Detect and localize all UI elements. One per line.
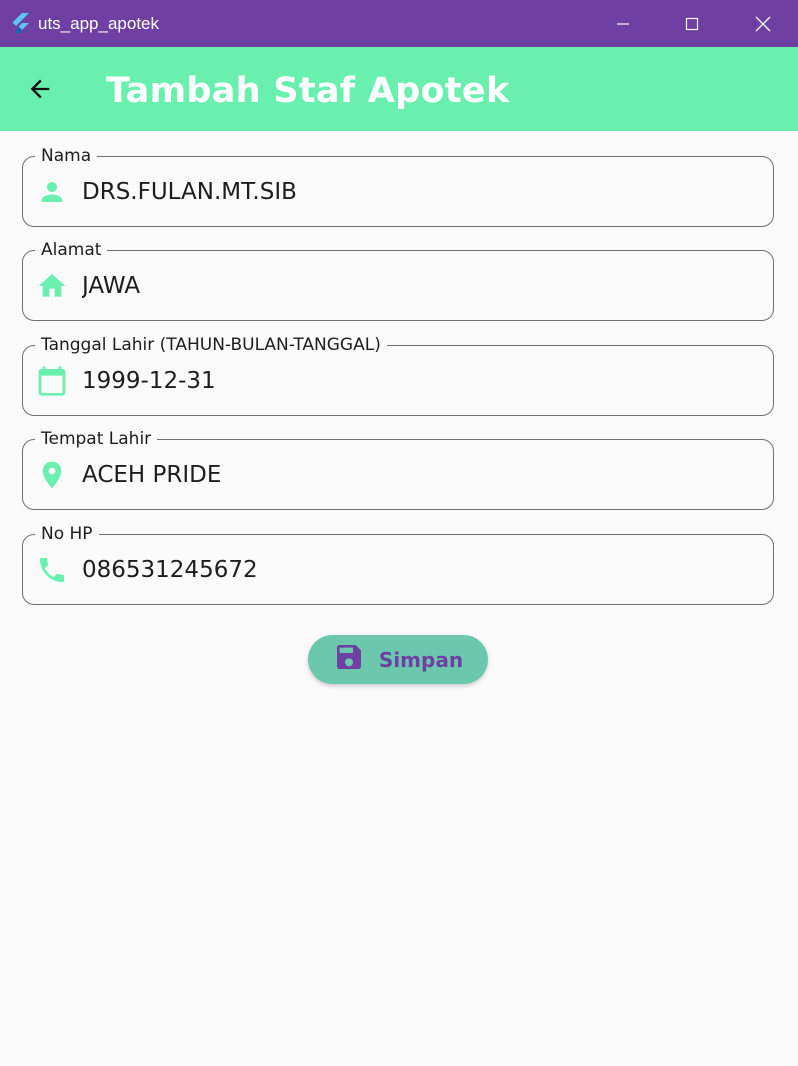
save-icon bbox=[333, 641, 365, 678]
alamat-input[interactable] bbox=[82, 273, 742, 299]
person-icon bbox=[36, 176, 68, 208]
page-title: Tambah Staf Apotek bbox=[106, 71, 510, 111]
save-button[interactable]: Simpan bbox=[308, 635, 488, 684]
location-pin-icon bbox=[36, 459, 68, 491]
close-icon bbox=[755, 16, 771, 31]
window-titlebar: uts_app_apotek bbox=[0, 0, 798, 47]
alamat-label: Alamat bbox=[35, 240, 108, 260]
no-hp-field[interactable]: No HP bbox=[22, 524, 774, 605]
app-bar: Tambah Staf Apotek bbox=[0, 47, 798, 131]
phone-icon bbox=[36, 554, 68, 586]
tempat-lahir-input[interactable] bbox=[82, 462, 742, 488]
no-hp-label: No HP bbox=[35, 524, 99, 544]
home-icon bbox=[36, 270, 68, 302]
tanggal-lahir-label: Tanggal Lahir (TAHUN-BULAN-TANGGAL) bbox=[35, 335, 387, 355]
tempat-lahir-field[interactable]: Tempat Lahir bbox=[22, 429, 774, 510]
window-title: uts_app_apotek bbox=[38, 14, 159, 33]
close-button[interactable] bbox=[740, 0, 786, 47]
minimize-button[interactable] bbox=[600, 0, 646, 47]
no-hp-input[interactable] bbox=[82, 557, 742, 583]
nama-input[interactable] bbox=[82, 179, 742, 205]
maximize-button[interactable] bbox=[669, 0, 715, 47]
back-button[interactable] bbox=[18, 69, 62, 109]
calendar-icon bbox=[36, 365, 68, 397]
tempat-lahir-label: Tempat Lahir bbox=[35, 429, 158, 449]
nama-field[interactable]: Nama bbox=[22, 146, 774, 227]
save-button-label: Simpan bbox=[378, 647, 464, 672]
tanggal-lahir-field[interactable]: Tanggal Lahir (TAHUN-BULAN-TANGGAL) bbox=[22, 335, 774, 416]
arrow-back-icon bbox=[30, 79, 50, 99]
tanggal-lahir-input[interactable] bbox=[82, 368, 742, 394]
maximize-icon bbox=[685, 17, 699, 30]
minimize-icon bbox=[617, 22, 629, 25]
nama-label: Nama bbox=[35, 146, 98, 166]
flutter-logo-icon bbox=[10, 12, 32, 34]
alamat-field[interactable]: Alamat bbox=[22, 240, 774, 321]
